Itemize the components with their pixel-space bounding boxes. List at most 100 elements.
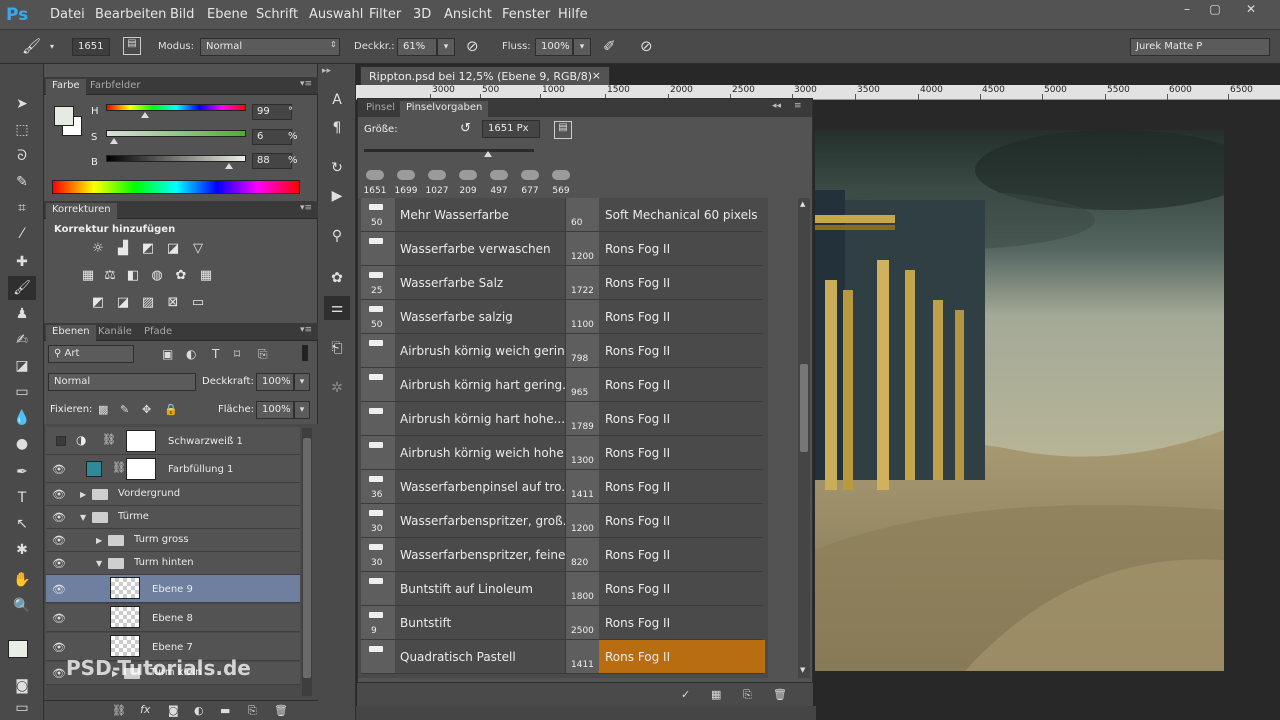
selective-color-icon[interactable]: ⊠ <box>164 295 182 311</box>
filter-smart-icon[interactable]: ⎘ <box>258 347 268 362</box>
foreground-swatch[interactable] <box>54 106 74 126</box>
brush-panel-toggle-icon[interactable]: ▤ <box>123 37 141 55</box>
scroll-up-icon[interactable]: ▲ <box>800 200 805 208</box>
layers-scrollbar[interactable] <box>302 428 312 696</box>
layer-row-schwarzweiss[interactable]: ◑ ⛓ Schwarzweiß 1 <box>46 427 300 455</box>
opacity-input[interactable]: 61% <box>397 38 437 56</box>
scroll-down-icon[interactable]: ▼ <box>800 666 805 674</box>
eraser-tool-icon[interactable]: ◪ <box>8 354 36 378</box>
minimize-button[interactable]: – <box>1174 2 1200 18</box>
exposure-icon[interactable]: ◪ <box>164 241 182 257</box>
menu-bearbeiten[interactable]: Bearbeiten <box>95 7 166 22</box>
lock-pixels-icon[interactable]: ✎ <box>120 403 129 416</box>
stamp-tool-icon[interactable]: ♟ <box>8 302 36 326</box>
posterize-icon[interactable]: ◪ <box>114 295 132 311</box>
marquee-tool-icon[interactable]: ⬚ <box>8 118 36 142</box>
collapsed-triangle-icon[interactable]: ▶ <box>96 536 102 545</box>
healing-tool-icon[interactable]: ✚ <box>8 250 36 274</box>
collapsed-triangle-icon[interactable]: ▶ <box>80 490 86 499</box>
crop-tool-icon[interactable]: ⌗ <box>8 196 36 220</box>
foreground-color-swatch[interactable] <box>8 640 28 658</box>
brightness-slider[interactable] <box>106 155 246 162</box>
menu-schrift[interactable]: Schrift <box>256 7 298 22</box>
trash-icon[interactable]: 🗑 <box>773 688 787 701</box>
history-panel-icon[interactable]: ↻ <box>324 156 350 180</box>
black-white-icon[interactable]: ◧ <box>124 268 142 284</box>
create-preset-icon[interactable]: ▤ <box>554 121 572 139</box>
expanded-triangle-icon[interactable]: ▼ <box>96 559 102 568</box>
workspace-select[interactable]: Jurek Matte P <box>1130 38 1270 56</box>
hue-value[interactable]: 99 <box>252 104 292 120</box>
brush-list-scrollbar[interactable]: ▲ ▼ <box>798 198 810 678</box>
close-tab-icon[interactable]: × <box>592 69 601 82</box>
eyedropper-tool-icon[interactable]: ⁄ <box>8 222 36 246</box>
tab-farbfelder[interactable]: Farbfelder <box>84 79 146 92</box>
eye-icon[interactable]: 👁 <box>52 488 66 501</box>
vibrance-icon[interactable]: ▽ <box>189 241 207 257</box>
brush-preset-thumb[interactable]: 209 <box>451 164 485 196</box>
brush-preset-thumb[interactable]: 1027 <box>420 164 454 196</box>
brush-preset-row[interactable]: Airbrush körnig hart hohe... 1789 Rons Fog… <box>361 402 763 436</box>
eye-icon[interactable]: 👁 <box>52 534 66 547</box>
brush-size-picker[interactable]: 1651 <box>72 38 110 56</box>
clone-source-icon[interactable]: ⎗ <box>324 336 350 360</box>
brush-preset-row[interactable]: 30 Wasserfarbenspritzer, groß... 1200 Rons … <box>361 504 763 538</box>
collapse-arrows-icon[interactable]: ▸▸ <box>322 66 331 76</box>
brush-preset-row[interactable]: 36 Wasserfarbenpinsel auf tro... 1411 Rons … <box>361 470 763 504</box>
pressure-opacity-icon[interactable]: ⊘ <box>466 37 479 55</box>
eye-icon[interactable]: 👁 <box>52 511 66 524</box>
filter-adjust-icon[interactable]: ◐ <box>186 347 196 361</box>
mode-select[interactable]: Normal <box>200 38 340 56</box>
actions-panel-icon[interactable]: ▶ <box>324 184 350 208</box>
color-balance-icon[interactable]: ⚖ <box>101 268 119 284</box>
brightness-slider-thumb[interactable] <box>225 163 234 169</box>
tab-pinsel[interactable]: Pinsel <box>360 101 401 114</box>
saturation-value[interactable]: 6 <box>252 129 292 145</box>
new-group-icon[interactable]: ▬ <box>220 704 230 717</box>
tab-pfade[interactable]: Pfade <box>138 325 178 338</box>
curves-icon[interactable]: ◩ <box>139 241 157 257</box>
tool-presets-icon[interactable]: ⚲ <box>324 224 350 248</box>
hue-slider-thumb[interactable] <box>140 112 149 118</box>
layer-opacity-dropdown[interactable]: ▾ <box>294 373 310 391</box>
move-tool-icon[interactable]: ➤ <box>8 92 36 116</box>
layer-row-ebene-9[interactable]: 👁 Ebene 9 <box>46 575 300 603</box>
brush-scroll-thumb[interactable] <box>800 364 808 452</box>
brush-preset-row[interactable]: Airbrush körnig weich gerin... 798 Rons Fo… <box>361 334 763 368</box>
hand-tool-icon[interactable]: ✋ <box>8 568 36 592</box>
brightness-contrast-icon[interactable]: ☼ <box>89 241 107 257</box>
tab-ebenen[interactable]: Ebenen <box>46 325 96 341</box>
menu-fenster[interactable]: Fenster <box>502 7 550 22</box>
opacity-dropdown-button[interactable]: ▾ <box>437 38 455 56</box>
brush-presets-icon[interactable]: ⚌ <box>324 296 350 320</box>
history-brush-icon[interactable]: ✍ <box>8 328 36 352</box>
new-preset-icon[interactable]: ⎘ <box>743 688 752 702</box>
menu-bild[interactable]: Bild <box>170 7 194 22</box>
layer-row-ebene-8[interactable]: 👁 Ebene 8 <box>46 604 300 632</box>
trash-icon[interactable]: 🗑 <box>274 704 288 717</box>
quick-mask-icon[interactable]: ◙ <box>8 674 36 698</box>
lock-position-icon[interactable]: ✥ <box>142 403 151 416</box>
photo-filter-icon[interactable]: ◍ <box>148 268 166 284</box>
saturation-slider-thumb[interactable] <box>110 138 119 144</box>
lasso-tool-icon[interactable]: ᘐ <box>8 144 36 168</box>
invert-icon[interactable]: ◩ <box>89 295 107 311</box>
layers-scrollbar-thumb[interactable] <box>303 438 311 678</box>
eye-icon[interactable]: 👁 <box>52 667 66 680</box>
filter-toggle[interactable] <box>302 345 308 361</box>
screen-mode-icon[interactable]: ▭ <box>8 696 36 720</box>
effects-icon[interactable]: ✲ <box>324 376 350 400</box>
threshold-icon[interactable]: ▨ <box>139 295 157 311</box>
toggle-brush-panel-icon[interactable]: ✓ <box>681 688 690 701</box>
layer-row-vordergrund[interactable]: 👁 ▶ Vordergrund <box>46 483 300 506</box>
character-panel-icon[interactable]: A <box>324 88 350 112</box>
quick-select-tool-icon[interactable]: ✎ <box>8 170 36 194</box>
levels-icon[interactable]: ▟ <box>114 241 132 257</box>
layer-blend-mode-select[interactable]: Normal <box>48 373 196 391</box>
dodge-tool-icon[interactable]: ● <box>8 432 36 456</box>
flow-input[interactable]: 100% <box>535 38 573 56</box>
menu-hilfe[interactable]: Hilfe <box>558 7 588 22</box>
brush-preset-row[interactable]: 25 Wasserfarbe Salz 1722 Rons Fog II <box>361 266 763 300</box>
panel-menu-icon[interactable]: ▾≡ <box>300 325 312 335</box>
brush-preset-row[interactable]: 30 Wasserfarbenspritzer, feine... 820 Rons … <box>361 538 763 572</box>
